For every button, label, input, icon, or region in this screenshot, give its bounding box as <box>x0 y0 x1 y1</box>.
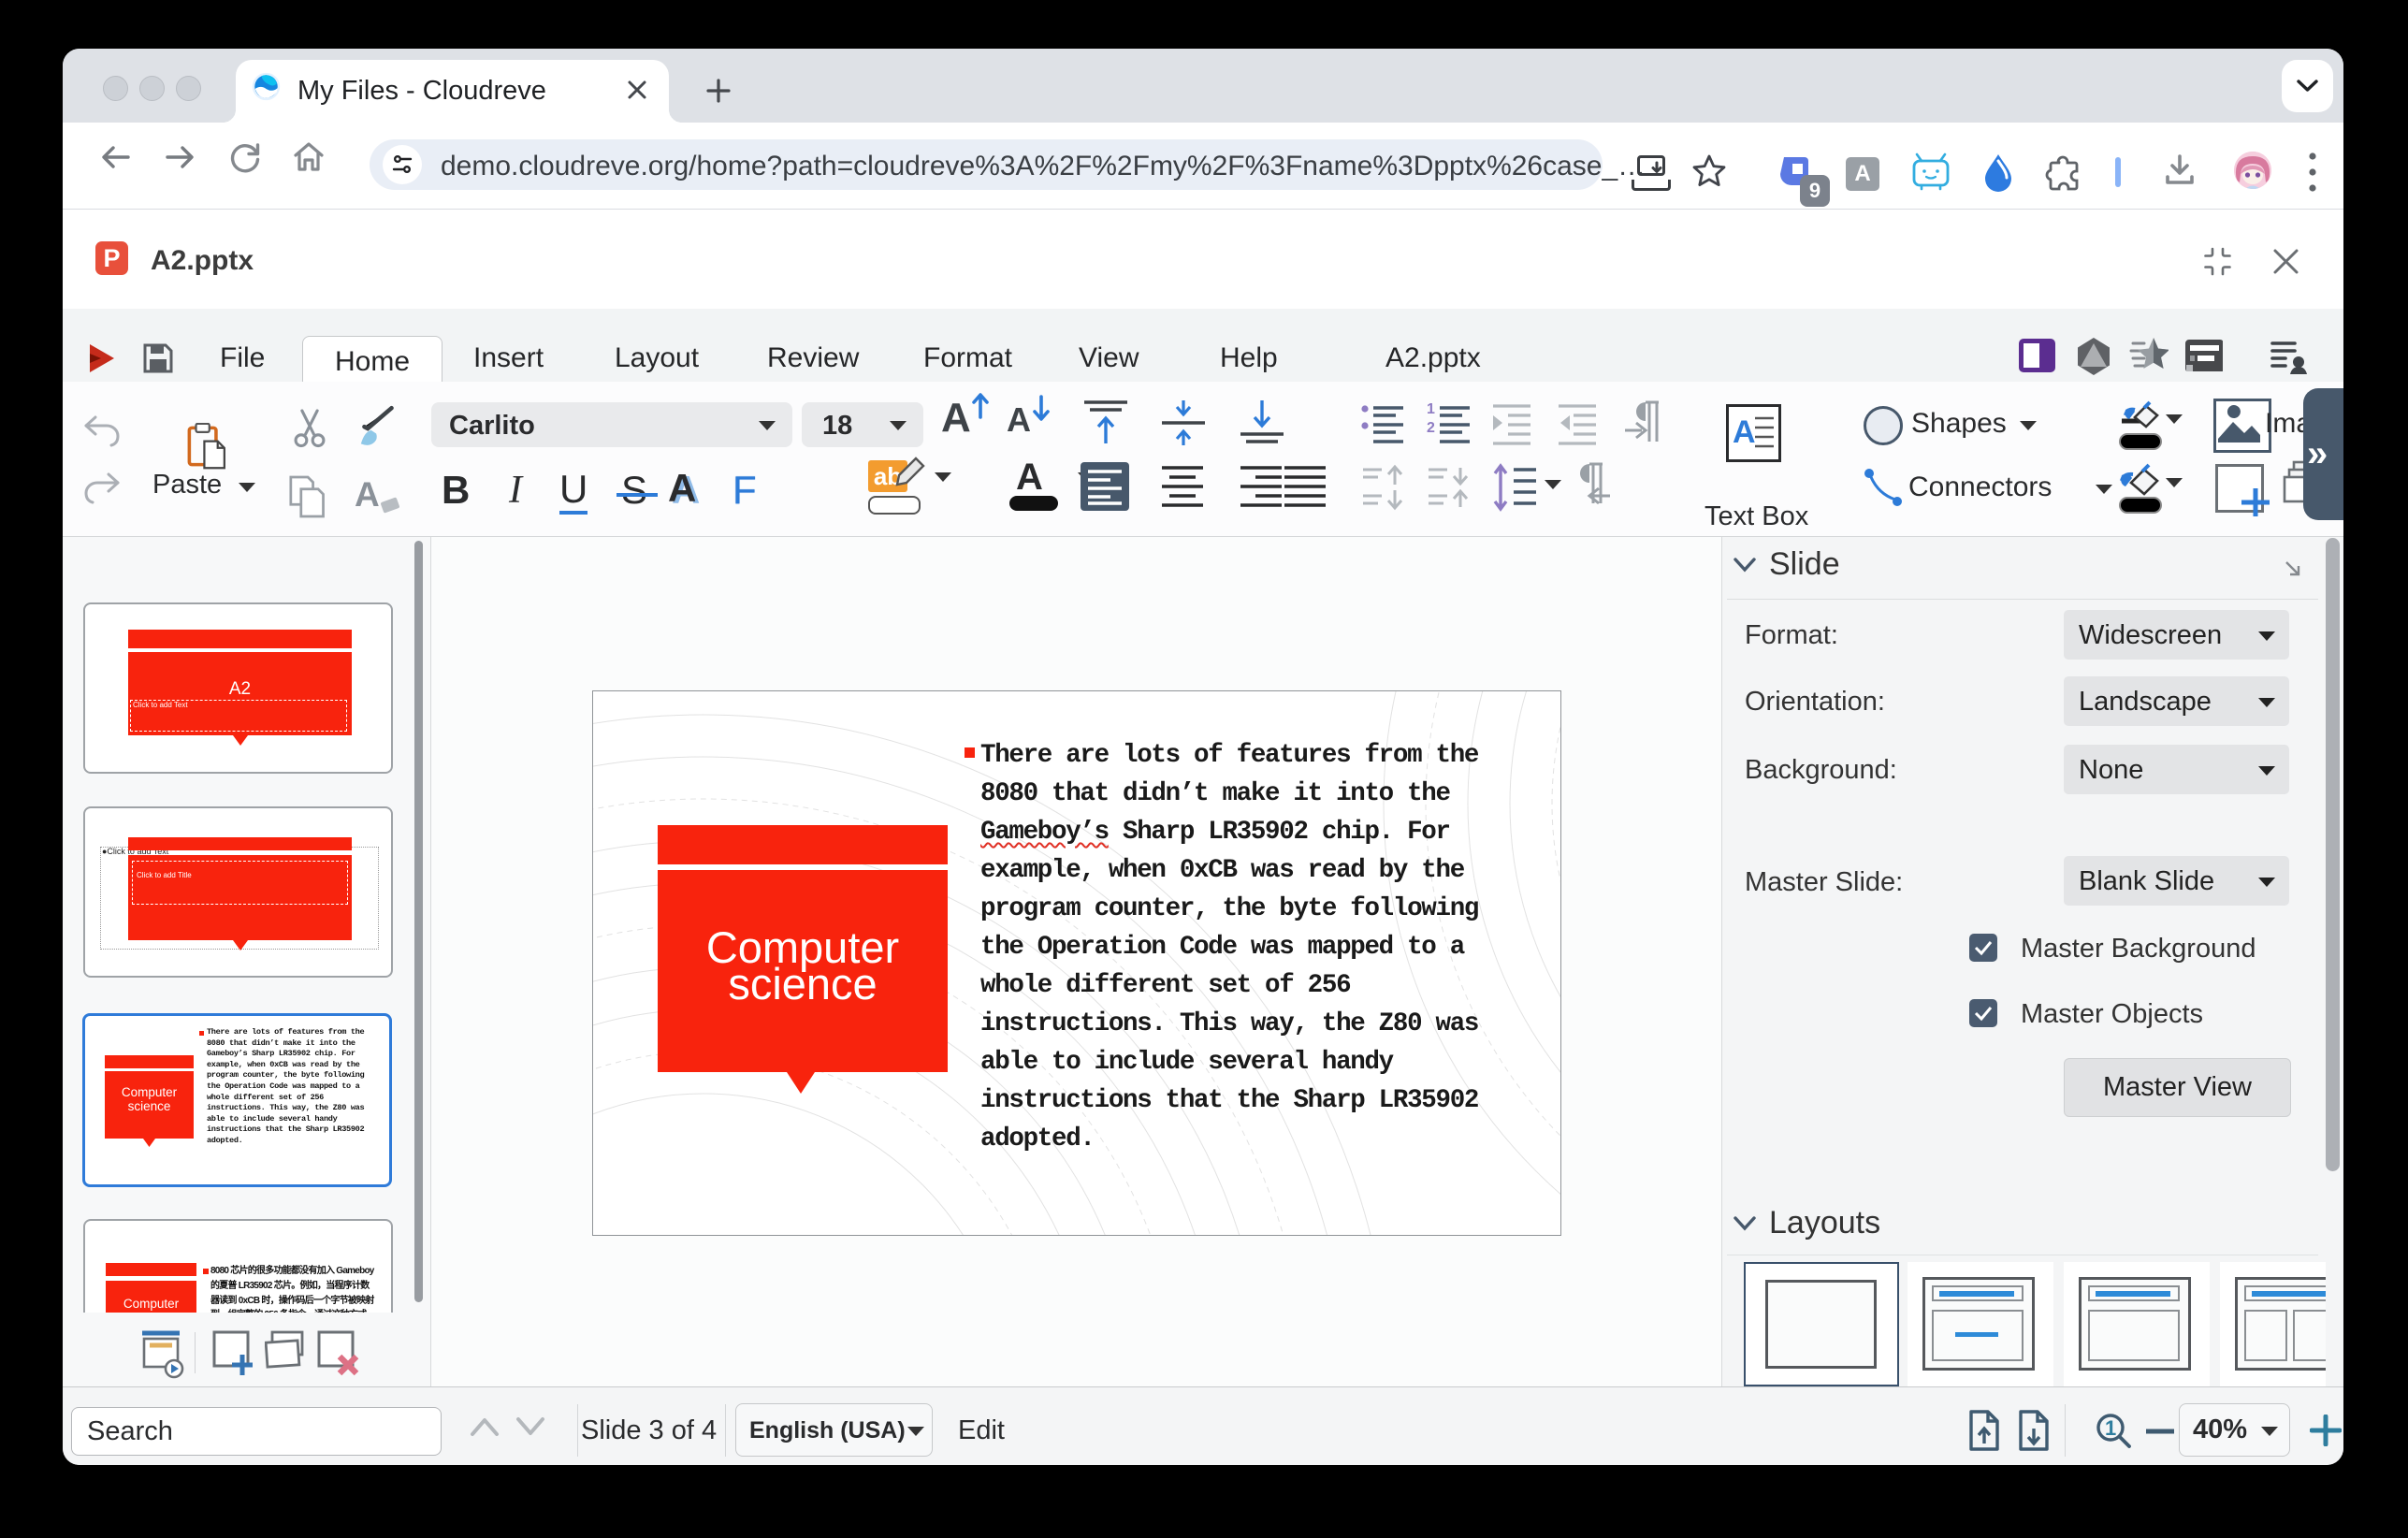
svg-text:1: 1 <box>1427 402 1435 417</box>
svg-text:1: 1 <box>2105 1416 2116 1440</box>
svg-text:2: 2 <box>1427 420 1435 436</box>
